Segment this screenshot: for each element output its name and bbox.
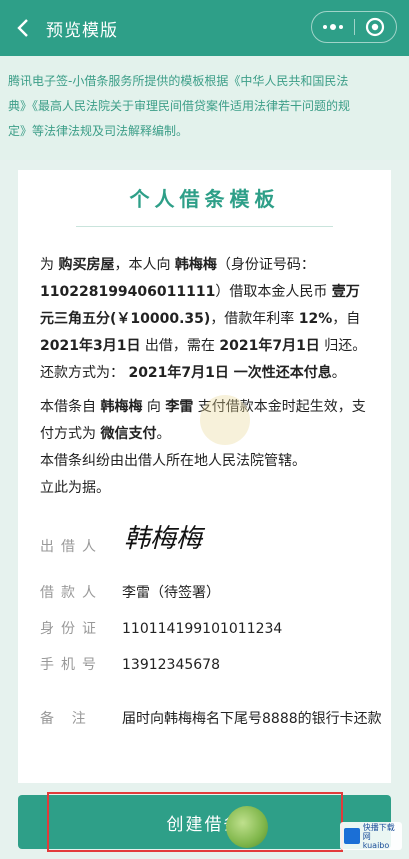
card-title: 个人借条模板	[129, 187, 280, 211]
phone-row: 手机号 13912345678	[40, 652, 380, 678]
amount-number: (￥10000.35)	[110, 311, 211, 327]
note-row: 备 注 届时向韩梅梅名下尾号8888的银行卡还款	[40, 706, 382, 766]
title-divider	[76, 226, 333, 227]
borrower-name: 李雷	[165, 399, 194, 415]
text: 向	[142, 399, 166, 415]
lender-name-2: 韩梅梅	[100, 399, 143, 415]
phone-value: 13912345678	[122, 657, 220, 673]
lender-signature: 韩梅梅	[124, 524, 203, 554]
note-value: 届时向韩梅梅名下尾号8888的银行卡还款	[122, 711, 382, 727]
phone-label: 手机号	[40, 657, 103, 673]
closing-text: 立此为据。	[40, 480, 110, 496]
legal-notice: 腾讯电子签-小借条服务所提供的模板根据《中华人民共和国民法 典》《最高人民法院关…	[0, 56, 409, 160]
lender-row: 出借人 韩梅梅	[40, 526, 380, 560]
watermark-line-2: kuaibo	[362, 840, 390, 850]
text: 本借条自	[40, 399, 101, 415]
site-watermark: 快播下载网 kuaibo	[340, 822, 402, 850]
notice-line-2: 典》《最高人民法院关于审理民间借贷案件适用法律若干问题的规	[8, 99, 351, 113]
target-close-icon	[366, 17, 385, 37]
id-value: 110114199101011234	[122, 621, 283, 637]
mascot-icon	[226, 806, 268, 848]
miniprogram-capsule	[311, 11, 397, 43]
watermark-blob	[200, 395, 250, 445]
text: 为	[40, 257, 59, 273]
id-label: 身份证	[40, 621, 103, 637]
card-title-row: 个人借条模板	[18, 176, 391, 236]
jurisdiction-text: 本借条纠纷由出借人所在地人民法院管辖。	[40, 453, 306, 469]
iou-paragraph-1: 为 购买房屋，本人向 韩梅梅（身份证号码：110228199406011111）…	[40, 252, 370, 387]
text: （身份证号码：	[216, 257, 315, 273]
text: ，自	[332, 311, 361, 327]
highlight-box	[47, 792, 343, 852]
iou-card: 个人借条模板 为 购买房屋，本人向 韩梅梅（身份证号码：110228199406…	[18, 170, 391, 783]
watermark-logo-icon	[344, 828, 360, 844]
payment-method: 微信支付	[100, 426, 157, 442]
page-title: 预览模版	[46, 20, 118, 41]
text: 出借，需在	[140, 338, 220, 354]
borrower-row: 借款人 李雷（待签署）	[40, 580, 380, 606]
text: 。	[331, 365, 346, 381]
back-button[interactable]	[12, 17, 34, 39]
notice-line-3: 定》等法律法规及司法解释编制。	[8, 124, 189, 138]
chevron-left-icon	[17, 19, 28, 37]
id-row: 身份证 110114199101011234	[40, 616, 380, 642]
interest-rate: 12%	[298, 311, 333, 327]
lender-label: 出借人	[40, 539, 103, 555]
note-label: 备 注	[40, 711, 86, 727]
lender-id-number: 110228199406011111	[40, 284, 216, 300]
text: ）借取本金人民币	[215, 284, 332, 300]
close-button[interactable]	[354, 12, 396, 42]
loan-purpose: 购买房屋	[58, 257, 115, 273]
notice-line-1: 腾讯电子签-小借条服务所提供的模板根据《中华人民共和国民法	[8, 74, 349, 88]
repay-method: 2021年7月1日 一次性还本付息	[128, 365, 332, 381]
more-button[interactable]	[312, 12, 354, 42]
text: ，借款年利率	[210, 311, 299, 327]
end-date: 2021年7月1日	[219, 338, 320, 354]
more-dots-icon	[322, 24, 343, 30]
nav-bar: 预览模版	[0, 0, 409, 56]
watermark-text: 快播下载网 kuaibo	[363, 823, 402, 850]
start-date: 2021年3月1日	[40, 338, 141, 354]
lender-name: 韩梅梅	[174, 257, 217, 273]
watermark-line-1: 快播下载网	[362, 822, 395, 841]
text: 。	[156, 426, 171, 442]
text: ，本人向	[114, 257, 175, 273]
borrower-value: 李雷（待签署）	[122, 585, 220, 601]
borrower-label: 借款人	[40, 585, 103, 601]
